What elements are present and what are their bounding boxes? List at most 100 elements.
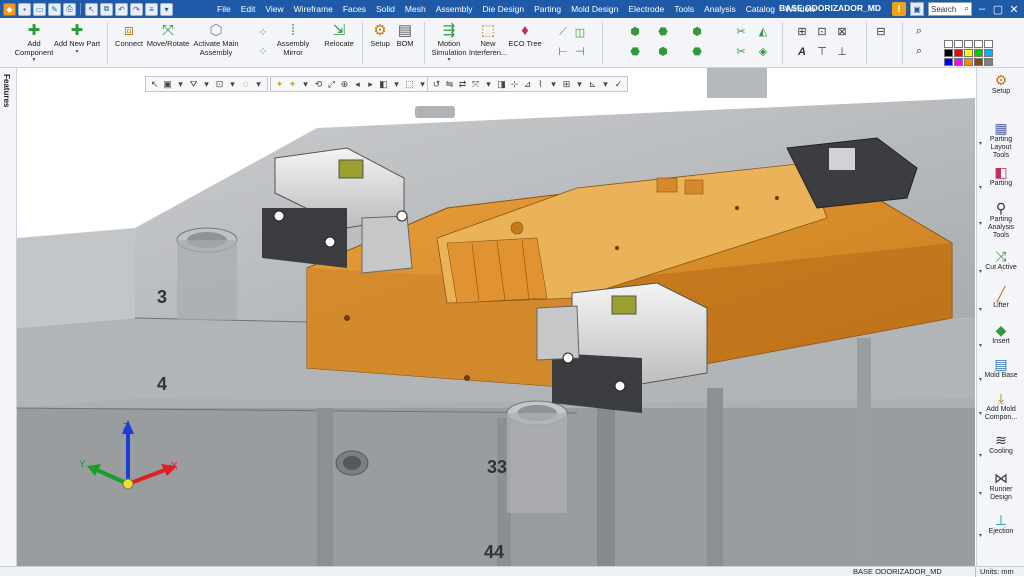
color-swatch[interactable] (964, 49, 973, 57)
new-interference-button[interactable]: ⬚ New Interferen... (468, 21, 508, 57)
activate-main-assembly-button[interactable]: ⬡ Activate Main Assembly (192, 21, 240, 57)
color-swatch[interactable] (954, 58, 963, 66)
minimize-button[interactable]: – (976, 3, 988, 15)
close-button[interactable]: ✕ (1008, 3, 1020, 16)
entity-filter-icon[interactable]: ⊡ (214, 79, 225, 90)
menu-wireframe[interactable]: Wireframe (289, 4, 338, 14)
filter-icon[interactable]: ⛛ (188, 79, 199, 90)
3d-viewport[interactable]: 3 4 33 44 Z X Y ↖ ▣ ▾ ⛛ ▾ ⊡ ▾ ◌ ▾ ✦ ✦ ▾ ⟲ ⤢ ⊕ ◂ ▸ ◧ (17, 68, 975, 566)
menu-mold-design[interactable]: Mold Design (566, 4, 623, 14)
color-swatch[interactable] (984, 58, 993, 66)
chevron-down-icon[interactable]: ▾ (391, 79, 402, 90)
chevron-down-icon[interactable]: ▾ (979, 376, 982, 383)
panel-lifter-button[interactable]: ╱ Lifter ▾ (977, 286, 1024, 313)
save-icon[interactable]: ▪ (18, 2, 31, 16)
assembly-pattern-icon[interactable]: ⁘ (256, 26, 270, 39)
color-swatch[interactable] (984, 49, 993, 57)
panel-cooling-button[interactable]: ≋ Cooling ▾ (977, 432, 1024, 459)
view-cube-icon[interactable]: ⬚ (404, 79, 415, 90)
bom-button[interactable]: ▤ BOM (394, 21, 416, 49)
measure-tool-icon[interactable]: ⊿ (522, 79, 533, 90)
pick-filter-icon[interactable]: ↖ (149, 79, 160, 90)
chevron-down-icon[interactable]: ▾ (483, 79, 494, 90)
copy-icon[interactable]: ⧉ (100, 2, 113, 16)
app-logo-icon[interactable]: ◆ (3, 2, 16, 16)
color-swatch[interactable] (964, 58, 973, 66)
axis-icon[interactable]: ⊾ (587, 79, 598, 90)
color-swatch[interactable] (954, 40, 963, 48)
print-icon[interactable]: ⎙ (63, 2, 76, 16)
flip-icon[interactable]: ⇋ (444, 79, 455, 90)
panel-add-mold-compon-button[interactable]: ⤓ Add Mold Compon... ▾ (977, 390, 1024, 422)
text-annotation-icon[interactable]: A (795, 45, 809, 58)
color-swatch[interactable] (964, 40, 973, 48)
align-icon[interactable]: ⇄ (457, 79, 468, 90)
add-new-part-button[interactable]: ✚ Add New Part ▾ (53, 21, 101, 55)
measure-icon[interactable]: ⊡ (815, 25, 829, 38)
box-select-icon[interactable]: ▣ (162, 79, 173, 90)
move-icon[interactable]: ⤧ (470, 79, 481, 90)
sketch-icon[interactable]: ✎ (48, 2, 61, 16)
previous-view-icon[interactable]: ◂ (352, 79, 363, 90)
chevron-down-icon[interactable]: ▾ (548, 79, 559, 90)
dimension-icon[interactable]: ⊞ (795, 25, 809, 38)
render-mode-icon[interactable]: ◧ (378, 79, 389, 90)
panel-ejection-button[interactable]: ⊥ Ejection ▾ (977, 512, 1024, 539)
layers-icon[interactable]: ≡ (145, 2, 158, 16)
solid-offset-icon[interactable]: ⬣ (690, 45, 704, 58)
chevron-down-icon[interactable]: ▾ (979, 184, 982, 191)
color-swatch[interactable] (944, 40, 953, 48)
menu-solid[interactable]: Solid (371, 4, 400, 14)
rotate-icon[interactable]: ↺ (431, 79, 442, 90)
color-swatch[interactable] (944, 49, 953, 57)
undo-icon[interactable]: ↶ (115, 2, 128, 16)
chevron-down-icon[interactable]: ▾ (979, 306, 982, 313)
menu-mesh[interactable]: Mesh (400, 4, 431, 14)
panel-parting-button[interactable]: ◧ Parting ▾ (977, 164, 1024, 191)
chevron-down-icon[interactable]: ▾ (979, 532, 982, 539)
menu-die-design[interactable]: Die Design (478, 4, 530, 14)
menu-tools[interactable]: Tools (669, 4, 699, 14)
chevron-down-icon[interactable]: ▾ (227, 79, 238, 90)
parting-surface-icon[interactable]: ◫ (573, 26, 587, 39)
color-swatch[interactable] (984, 40, 993, 48)
chevron-down-icon[interactable]: ▾ (201, 79, 212, 90)
menu-edit[interactable]: Edit (236, 4, 261, 14)
inspect-icon[interactable]: ⌕ (912, 45, 926, 58)
solid-extrude-icon[interactable]: ⬣ (656, 25, 670, 38)
chevron-down-icon[interactable]: ▾ (175, 79, 186, 90)
customize-qat-icon[interactable]: ▾ (160, 2, 173, 16)
connect-button[interactable]: ⧈ Connect (113, 21, 145, 49)
lasso-icon[interactable]: ◌ (240, 79, 251, 90)
eco-tree-button[interactable]: ♦ ECO Tree (508, 21, 542, 49)
panel-parting-analysis-tools-button[interactable]: ⚲ Parting Analysis Tools ▾ (977, 200, 1024, 240)
add-component-button[interactable]: ✚ Add Component ▾ (12, 21, 56, 63)
color-swatch[interactable] (954, 49, 963, 57)
chevron-down-icon[interactable]: ▾ (253, 79, 264, 90)
panel-cut-active-button[interactable]: ⤨ Cut Active ▾ (977, 248, 1024, 275)
zoom-icon[interactable]: ⌕ (912, 25, 926, 38)
features-panel-tab[interactable]: Features (0, 68, 17, 566)
color-swatch[interactable] (974, 49, 983, 57)
panel-setup-button[interactable]: ⚙ Setup (977, 72, 1024, 96)
chevron-down-icon[interactable]: ▾ (979, 342, 982, 349)
trace-icon[interactable]: ⌇ (535, 79, 546, 90)
heal-face-icon[interactable]: ◈ (756, 45, 770, 58)
menu-assembly[interactable]: Assembly (431, 4, 478, 14)
chevron-down-icon[interactable]: ▾ (979, 220, 982, 227)
save-status-icon[interactable]: ▣ (910, 2, 924, 16)
chevron-down-icon[interactable]: ▾ (979, 490, 982, 497)
draft-icon[interactable]: ⊢ (556, 45, 570, 58)
chevron-down-icon[interactable]: ▾ (300, 79, 311, 90)
menu-faces[interactable]: Faces (338, 4, 371, 14)
chevron-down-icon[interactable]: ▾ (979, 268, 982, 275)
chevron-down-icon[interactable]: ▾ (979, 452, 982, 459)
search-input[interactable]: Search (931, 5, 956, 14)
search-box[interactable]: Search ⌕ (928, 2, 972, 16)
split-icon[interactable]: ⊣ (573, 45, 587, 58)
solid-box-icon[interactable]: ⬢ (628, 25, 642, 38)
chevron-down-icon[interactable]: ▾ (600, 79, 611, 90)
motion-simulation-button[interactable]: ⇶ Motion Simulation ▾ (428, 21, 470, 63)
replace-face-icon[interactable]: ◭ (756, 25, 770, 38)
assembly-array-icon[interactable]: ⁘ (256, 45, 270, 58)
